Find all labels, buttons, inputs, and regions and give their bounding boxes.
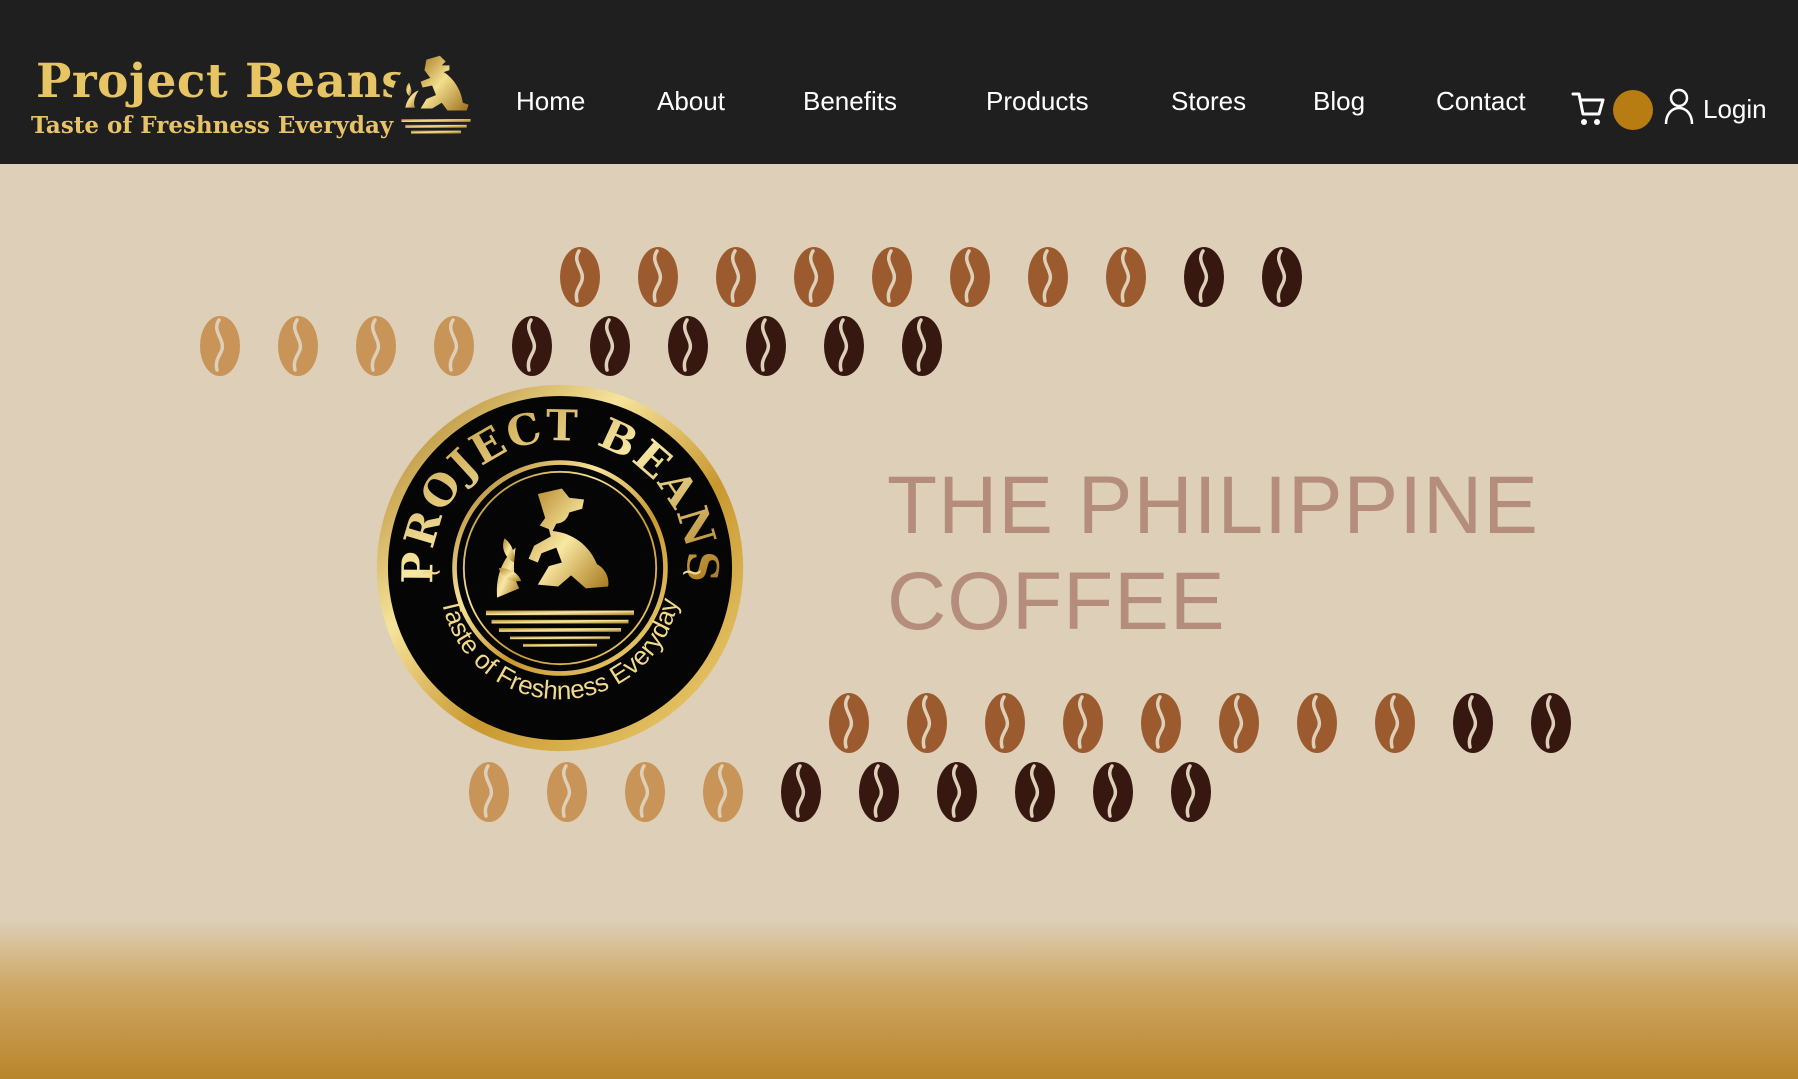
- nav-about[interactable]: About: [657, 88, 725, 114]
- coffee-bean-icon: [1217, 691, 1261, 755]
- coffee-bean-icon: [1451, 691, 1495, 755]
- coffee-bean-icon: [900, 314, 944, 378]
- brand-name: Project Beans: [36, 54, 409, 109]
- hero-title-line1: THE PHILIPPINE: [887, 460, 1539, 551]
- nav-blog[interactable]: Blog: [1313, 88, 1365, 114]
- project-beans-seal: PROJECT BEANS Taste of Freshness Everyda…: [376, 384, 744, 752]
- coffee-bean-icon: [1091, 760, 1135, 824]
- coffee-bean-icon: [905, 691, 949, 755]
- nav-benefits[interactable]: Benefits: [803, 88, 897, 114]
- coffee-bean-icon: [276, 314, 320, 378]
- coffee-bean-icon: [1026, 245, 1070, 309]
- coffee-bean-icon: [935, 760, 979, 824]
- login-button[interactable]: Login: [1664, 88, 1794, 128]
- nav-stores[interactable]: Stores: [1171, 88, 1246, 114]
- coffee-bean-icon: [1529, 691, 1573, 755]
- hero-title-line2: COFFEE: [887, 556, 1226, 647]
- coffee-bean-icon: [1260, 245, 1304, 309]
- nav-contact[interactable]: Contact: [1436, 88, 1526, 114]
- coffee-bean-icon: [779, 760, 823, 824]
- coffee-bean-icon: [510, 314, 554, 378]
- coffee-bean-icon: [857, 760, 901, 824]
- coffee-bean-icon: [467, 760, 511, 824]
- brand-logo[interactable]: Project Beans Taste of Freshness Everyda…: [28, 44, 481, 148]
- brand-tagline: Taste of Freshness Everyday: [31, 112, 394, 139]
- coffee-bean-icon: [588, 314, 632, 378]
- coffee-bean-icon: [1061, 691, 1105, 755]
- coffee-bean-icon: [623, 760, 667, 824]
- coffee-bean-icon: [636, 245, 680, 309]
- navbar: Project Beans Taste of Freshness Everyda…: [0, 0, 1798, 164]
- coffee-bean-icon: [1013, 760, 1057, 824]
- svg-text:~: ~: [680, 555, 703, 588]
- coffee-bean-icon: [198, 314, 242, 378]
- coffee-bean-icon: [1182, 245, 1226, 309]
- coffee-bean-icon: [948, 245, 992, 309]
- coffee-bean-icon: [714, 245, 758, 309]
- nav-home[interactable]: Home: [516, 88, 585, 114]
- coffee-bean-icon: [1169, 760, 1213, 824]
- coffee-bean-icon: [1104, 245, 1148, 309]
- coffee-bean-icon: [354, 314, 398, 378]
- coffee-bean-icon: [1373, 691, 1417, 755]
- coffee-bean-icon: [666, 314, 710, 378]
- coffee-bean-icon: [558, 245, 602, 309]
- user-icon: [1664, 88, 1694, 125]
- coffee-bean-icon: [1139, 691, 1183, 755]
- coffee-bean-icon: [545, 760, 589, 824]
- cart-icon[interactable]: [1571, 90, 1605, 128]
- hero-title: THE PHILIPPINE COFFEE: [887, 458, 1539, 650]
- coffee-bean-icon: [983, 691, 1027, 755]
- farmer-emblem-icon: [391, 55, 481, 145]
- coffee-bean-icon: [792, 245, 836, 309]
- theme-toggle-icon[interactable]: [1613, 90, 1653, 130]
- coffee-bean-icon: [701, 760, 745, 824]
- footer-gradient: [0, 920, 1798, 1079]
- coffee-bean-icon: [870, 245, 914, 309]
- coffee-bean-icon: [432, 314, 476, 378]
- nav-products[interactable]: Products: [986, 88, 1089, 114]
- coffee-bean-icon: [827, 691, 871, 755]
- coffee-bean-icon: [822, 314, 866, 378]
- login-label: Login: [1703, 94, 1767, 124]
- coffee-bean-icon: [744, 314, 788, 378]
- coffee-bean-icon: [1295, 691, 1339, 755]
- svg-text:~: ~: [419, 555, 442, 588]
